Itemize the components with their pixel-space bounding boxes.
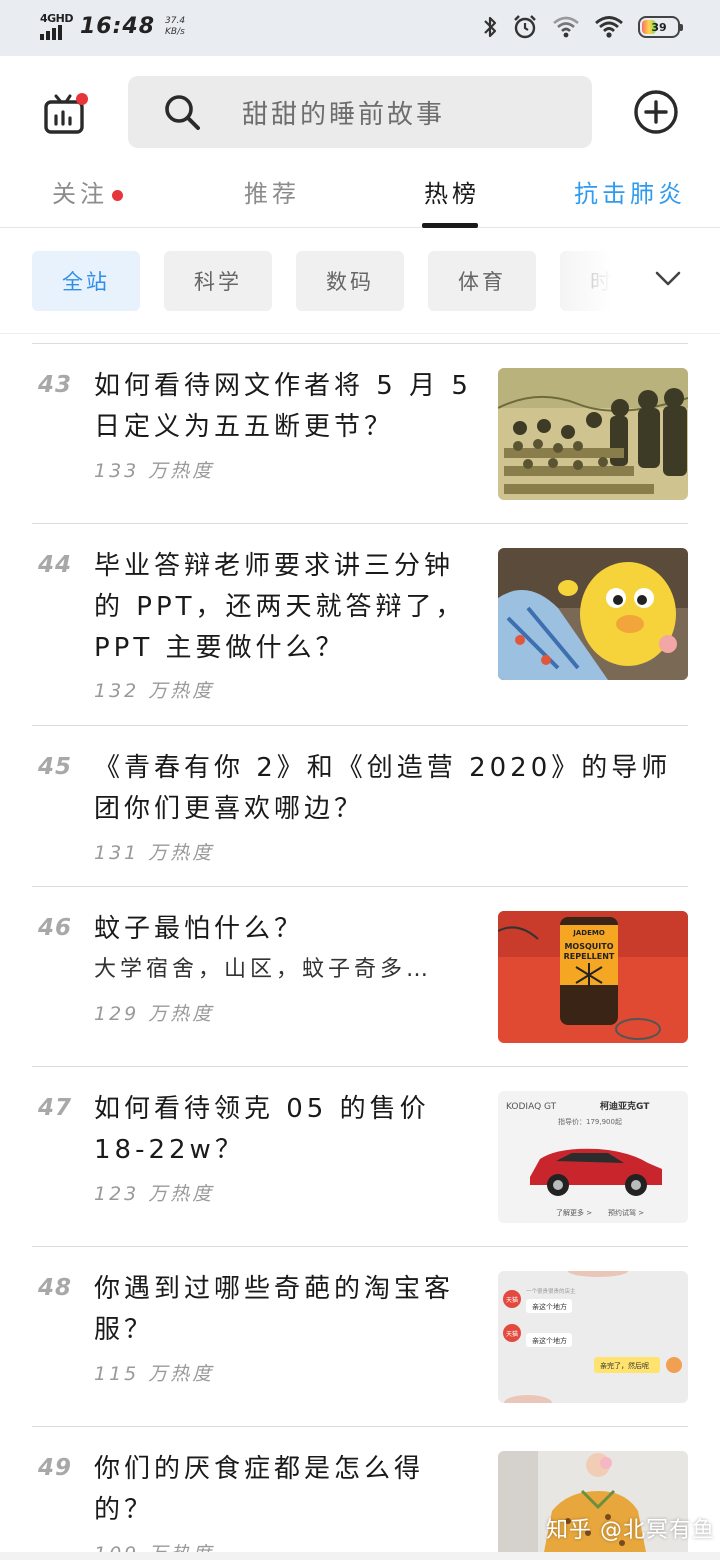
category-chip-digital[interactable]: 数码 [296, 251, 404, 311]
item-title: 如何看待网文作者将 5 月 5 日定义为五五断更节？ [94, 371, 472, 442]
heat-count: 132 万热度 [94, 680, 215, 702]
ad-more: 了解更多 > [556, 1208, 592, 1217]
alarm-icon [514, 15, 536, 39]
rank-number: 43 [38, 372, 73, 398]
category-chips: 全站 科学 数码 体育 时尚 [0, 228, 720, 334]
item-excerpt: 大学宿舍，山区，蚊子奇多… [94, 957, 433, 982]
hot-list: 43 如何看待网文作者将 5 月 5 日定义为五五断更节？ 133 万热度 44… [0, 335, 720, 1560]
ad-model: KODIAQ GT [506, 1102, 557, 1112]
heat-count: 115 万热度 [94, 1363, 215, 1385]
heat-count: 133 万热度 [94, 460, 215, 482]
chevron-down-icon[interactable] [652, 262, 684, 294]
chip-fade-overlay [540, 228, 720, 333]
heat-count: 123 万热度 [94, 1183, 215, 1205]
ad-test-drive: 预约试驾 > [608, 1208, 644, 1217]
status-time: 16:48 [80, 14, 156, 39]
item-title: 《青春有你 2》和《创造营 2020》的导师团你们更喜欢哪边？ [94, 753, 672, 824]
live-tv-icon[interactable] [40, 90, 92, 142]
hot-list-item[interactable]: 46 蚊子最怕什么？ 大学宿舍，山区，蚊子奇多… 129 万热度 JADEMO … [32, 886, 688, 1066]
tab-hot-label: 热榜 [424, 180, 480, 208]
bottle-brand: JADEMO [572, 929, 605, 937]
rank-number: 49 [38, 1455, 73, 1481]
bottle-label-line1: MOSQUITO [564, 942, 613, 951]
network-type: 4GHD [40, 12, 74, 25]
category-chip-sports[interactable]: 体育 [428, 251, 536, 311]
item-title: 你遇到过哪些奇葩的淘宝客服？ [94, 1274, 455, 1345]
item-title: 蚊子最怕什么？ [94, 914, 305, 944]
category-chip-science[interactable]: 科学 [164, 251, 272, 311]
rank-number: 47 [38, 1095, 73, 1121]
rank-number: 44 [38, 552, 73, 578]
app-header: 甜甜的睡前故事 关注 推荐 热榜 抗击肺炎 [0, 56, 720, 228]
item-title: 如何看待领克 05 的售价 18-22w？ [94, 1094, 430, 1165]
chat-shop-name: 一个很贵很贵的店主 [526, 1287, 576, 1295]
ad-price: 指导价：179,900起 [558, 1117, 622, 1126]
wifi-icon [595, 16, 623, 38]
search-bar[interactable]: 甜甜的睡前故事 [128, 76, 592, 148]
search-placeholder: 甜甜的睡前故事 [242, 99, 446, 130]
hot-list-item[interactable]: 45 《青春有你 2》和《创造营 2020》的导师团你们更喜欢哪边？ 131 万… [32, 725, 688, 886]
bottle-label-line2: REPELLENT [564, 952, 615, 961]
hot-list-item[interactable]: 48 你遇到过哪些奇葩的淘宝客服？ 115 万热度 天猫 一个很贵很贵的店主 亲… [32, 1246, 688, 1426]
add-circle-icon[interactable] [632, 88, 680, 136]
tab-follow[interactable]: 关注 [52, 174, 123, 209]
tab-fight-pneumonia[interactable]: 抗击肺炎 [574, 174, 686, 209]
notification-dot [112, 189, 123, 201]
bottom-edge [0, 1552, 720, 1560]
category-chip-all[interactable]: 全站 [32, 251, 140, 311]
item-thumbnail: 天猫 一个很贵很贵的店主 亲这个地方 天猫 亲这个地方 亲完了，然后呢 [498, 1271, 688, 1403]
watermark: 知乎 @北冥有鱼 [546, 1518, 715, 1543]
tab-fight-pneumonia-label: 抗击肺炎 [574, 180, 686, 208]
battery-icon: 39 [638, 16, 683, 38]
chat-badge-1: 天猫 [506, 1296, 518, 1304]
top-tabs: 关注 推荐 热榜 抗击肺炎 [0, 166, 720, 228]
search-icon [165, 95, 200, 130]
rank-number: 48 [38, 1275, 73, 1301]
network-speed-unit: KB/s [165, 27, 185, 37]
item-thumbnail: JADEMO MOSQUITO REPELLENT [498, 911, 688, 1043]
item-thumbnail [498, 368, 688, 500]
chat-bubble-2: 亲这个地方 [532, 1336, 567, 1345]
hot-list-item[interactable]: 43 如何看待网文作者将 5 月 5 日定义为五五断更节？ 133 万热度 [32, 343, 688, 523]
wifi-icon [553, 16, 579, 38]
status-bar: 4GHD 16:48 37.4 KB/s 39 [0, 0, 720, 56]
heat-count: 131 万热度 [94, 842, 215, 864]
tab-follow-label: 关注 [52, 180, 108, 208]
bluetooth-icon [484, 16, 497, 38]
item-title: 毕业答辩老师要求讲三分钟的 PPT，还两天就答辩了，PPT 主要做什么？ [94, 551, 466, 663]
cellular-signal-icon: 4GHD [40, 12, 74, 42]
rank-number: 45 [38, 754, 73, 780]
item-thumbnail [498, 548, 688, 680]
item-thumbnail: KODIAQ GT 柯迪亚克GT 指导价：179,900起 了解更多 > 预约试… [498, 1091, 688, 1223]
chat-badge-2: 天猫 [506, 1330, 518, 1338]
hot-list-item[interactable]: 47 如何看待领克 05 的售价 18-22w？ 123 万热度 KODIAQ … [32, 1066, 688, 1246]
chat-bubble-1: 亲这个地方 [532, 1302, 567, 1311]
network-speed: 37.4 KB/s [165, 16, 185, 38]
battery-level: 39 [651, 20, 667, 34]
tab-recommend[interactable]: 推荐 [244, 174, 300, 209]
chat-reply: 亲完了，然后呢 [600, 1361, 649, 1370]
ad-name: 柯迪亚克GT [600, 1100, 650, 1112]
heat-count: 129 万热度 [94, 1003, 215, 1025]
hot-list-item[interactable]: 44 毕业答辩老师要求讲三分钟的 PPT，还两天就答辩了，PPT 主要做什么？ … [32, 523, 688, 725]
network-speed-value: 37.4 [165, 16, 186, 26]
rank-number: 46 [38, 915, 73, 941]
item-title: 你们的厌食症都是怎么得的？ [94, 1454, 425, 1525]
tab-recommend-label: 推荐 [244, 180, 300, 208]
tab-hot[interactable]: 热榜 [424, 174, 480, 209]
